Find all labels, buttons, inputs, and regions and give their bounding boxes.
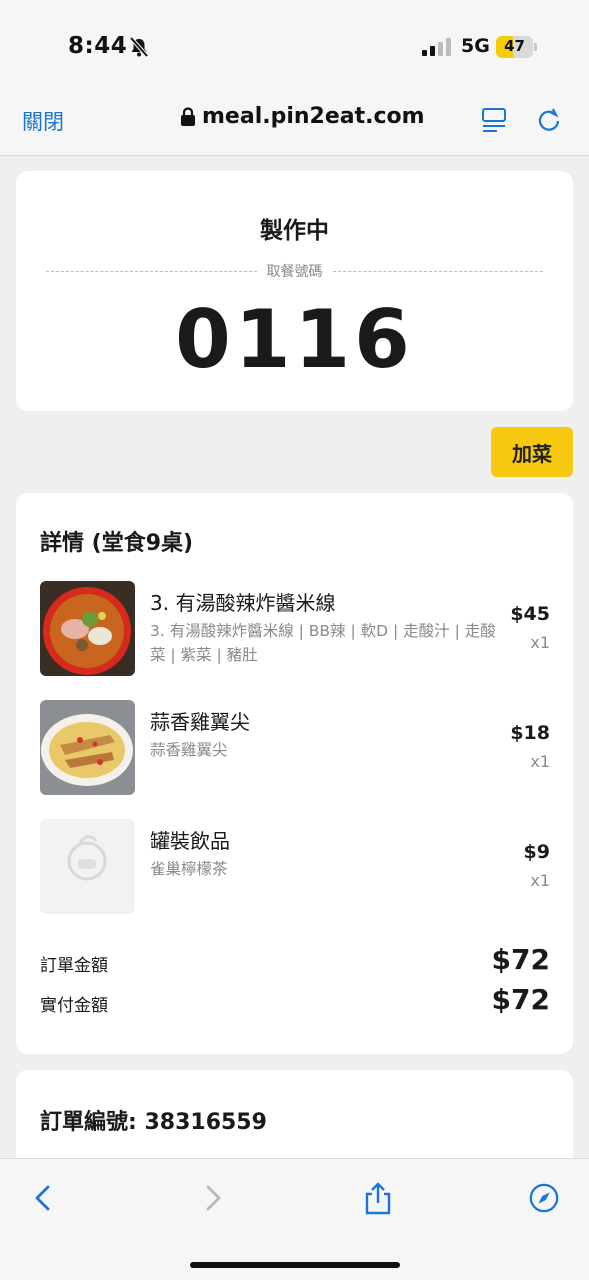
browser-navbar: 關閉 meal.pin2eat.com [0, 92, 589, 156]
cellular-signal-icon [422, 38, 451, 56]
item-desc: 3. 有湯酸辣炸醬米線 | BB辣 | 軟D | 走酸汁 | 走酸菜 | 紫菜 … [150, 622, 496, 664]
details-title: 詳情 (堂食9桌) [40, 531, 194, 556]
order-amount-label: 訂單金額 [40, 956, 108, 976]
paid-amount: $72 [491, 983, 550, 1016]
order-status-title: 製作中 [260, 218, 329, 244]
item-price: $18 [510, 722, 550, 744]
network-type: 5G [461, 35, 490, 57]
reader-view-icon[interactable] [481, 106, 507, 134]
battery-level: 47 [504, 37, 525, 55]
address-bar[interactable]: meal.pin2eat.com [180, 104, 425, 129]
reload-icon[interactable] [536, 106, 562, 134]
close-button[interactable]: 關閉 [22, 106, 64, 136]
home-indicator [190, 1262, 400, 1268]
item-qty: x1 [530, 633, 550, 652]
item-price: $9 [523, 841, 550, 863]
add-dish-button[interactable]: 加菜 [491, 427, 573, 477]
bell-muted-icon [129, 36, 149, 58]
item-qty: x1 [530, 871, 550, 890]
pickup-label: 取餐號碼 [266, 264, 323, 280]
item-name: 蒜香雞翼尖 [150, 710, 250, 734]
item-qty: x1 [530, 752, 550, 771]
url-text: meal.pin2eat.com [202, 104, 425, 129]
paid-amount-row: 實付金額 $72 [40, 983, 550, 1023]
compass-icon[interactable] [528, 1181, 560, 1215]
paid-amount-label: 實付金額 [40, 996, 108, 1016]
lock-icon [181, 106, 195, 126]
back-icon[interactable] [28, 1181, 60, 1215]
status-bar: 8:44 5G 47 [0, 0, 589, 92]
list-item: 3. 有湯酸辣炸醬米線 3. 有湯酸辣炸醬米線 | BB辣 | 軟D | 走酸汁… [40, 581, 550, 677]
item-desc: 雀巢檸檬茶 [150, 860, 228, 878]
item-price: $45 [510, 603, 550, 625]
order-amount: $72 [491, 943, 550, 976]
share-icon[interactable] [362, 1181, 394, 1215]
order-details-card: 詳情 (堂食9桌) 3. 有湯酸辣炸醬米線 3. 有湯酸辣炸醬米線 | BB辣 … [16, 493, 573, 1054]
item-name: 3. 有湯酸辣炸醬米線 [150, 591, 336, 615]
placeholder-image [40, 819, 135, 914]
item-name: 罐裝飲品 [150, 829, 230, 853]
noodle-dish-image [40, 581, 135, 676]
chicken-wing-image [40, 700, 135, 795]
list-item: 蒜香雞翼尖 蒜香雞翼尖 $18 x1 [40, 700, 550, 796]
list-item: 罐裝飲品 雀巢檸檬茶 $9 x1 [40, 819, 550, 915]
pickup-divider: 取餐號碼 [46, 261, 543, 281]
forward-icon[interactable] [196, 1181, 228, 1215]
item-desc: 蒜香雞翼尖 [150, 741, 228, 759]
order-amount-row: 訂單金額 $72 [40, 943, 550, 983]
battery-icon: 47 [496, 36, 538, 58]
order-status-card: 製作中 取餐號碼 0116 [16, 171, 573, 411]
order-number: 訂單編號: 38316559 [40, 1110, 267, 1135]
pickup-number: 0116 [175, 293, 414, 386]
status-time: 8:44 [68, 33, 128, 59]
